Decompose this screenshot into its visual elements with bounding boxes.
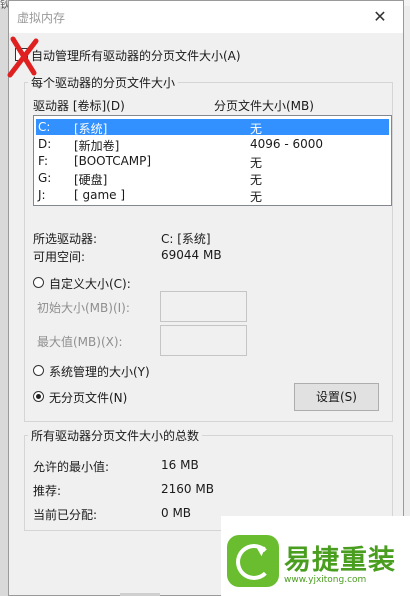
auto-manage-label[interactable]: 自动管理所有驱动器的分页文件大小(A) [31,47,241,64]
watermark-brand: 易捷重装 [284,545,396,576]
recommended-value: 2160 MB [161,482,214,496]
drive-list[interactable]: C: [系统] 无 D: [新加卷] 4096 - 6000 F: [BOOTC… [33,115,392,206]
size-column-header: 分页文件大小(MB) [214,99,314,113]
selected-drive-value: C: [系统] [161,232,211,246]
drive-row-d[interactable]: D: [新加卷] 4096 - 6000 [36,136,389,153]
free-space-label: 可用空间: [33,250,86,264]
set-button[interactable]: 设置(S) [294,383,379,411]
drive-column-header: 驱动器 [卷标](D) [33,99,125,113]
per-drive-group-label: 每个驱动器的分页文件大小 [28,74,179,91]
no-paging-file-label[interactable]: 无分页文件(N) [49,389,127,406]
drive-row-g[interactable]: G: [硬盘] 无 [36,170,389,187]
title-bar[interactable]: 虚拟内存 ✕ [9,1,403,33]
max-size-input[interactable] [160,325,247,356]
initial-size-label: 初始大小(MB)(I): [37,301,130,315]
max-size-label: 最大值(MB)(X): [37,335,123,349]
recommended-label: 推荐: [33,484,62,498]
free-space-value: 69044 MB [161,248,222,262]
system-managed-radio[interactable] [33,365,44,376]
virtual-memory-dialog: 虚拟内存 ✕ 自动管理所有驱动器的分页文件大小(A) 每个驱动器的分页文件大小 … [8,0,404,596]
custom-size-label[interactable]: 自定义大小(C): [49,275,131,292]
watermark-url: www.yjxitong.com [284,575,367,585]
no-paging-file-radio[interactable] [33,391,44,402]
custom-size-radio[interactable] [33,277,44,288]
system-managed-label[interactable]: 系统管理的大小(Y) [49,363,150,380]
refresh-logo-icon [227,535,279,587]
selected-drive-label: 所选驱动器: [33,232,98,246]
allocated-label: 当前已分配: [33,508,98,522]
drive-row-j[interactable]: J: [ game ] 无 [36,187,389,204]
min-allowed-label: 允许的最小值: [33,460,110,474]
allocated-value: 0 MB [161,506,192,520]
drive-row-c[interactable]: C: [系统] 无 [36,119,389,136]
red-cross-mark-icon [7,36,39,78]
totals-group-label: 所有驱动器分页文件大小的总数 [28,427,203,444]
close-icon[interactable]: ✕ [357,1,403,33]
window-title: 虚拟内存 [17,11,66,25]
min-allowed-value: 16 MB [161,458,199,472]
initial-size-input[interactable] [160,291,247,322]
drive-row-f[interactable]: F: [BOOTCAMP] 无 [36,153,389,170]
watermark-overlay: 易捷重装 www.yjxitong.com [221,516,410,596]
